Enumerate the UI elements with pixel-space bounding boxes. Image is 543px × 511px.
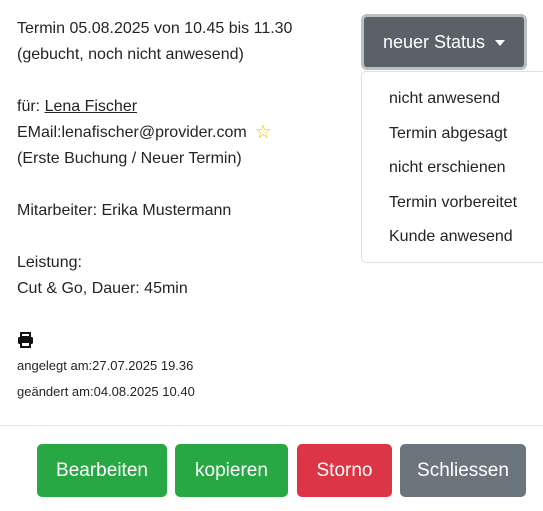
printer-icon[interactable]: [17, 332, 34, 353]
edit-button[interactable]: Bearbeiten: [37, 444, 167, 497]
status-option-kunde-anwesend[interactable]: Kunde anwesend: [362, 220, 543, 255]
customer-row: für: Lena Fischer: [17, 94, 347, 120]
storno-button[interactable]: Storno: [297, 444, 392, 497]
status-dropdown-menu: nicht anwesend Termin abgesagt nicht ers…: [361, 71, 543, 263]
for-label: für:: [17, 98, 45, 115]
customer-name-link[interactable]: Lena Fischer: [45, 98, 138, 115]
appointment-time: Termin 05.08.2025 von 10.45 bis 11.30: [17, 20, 293, 37]
close-button[interactable]: Schliessen: [400, 444, 526, 497]
status-option-nicht-erschienen[interactable]: nicht erschienen: [362, 151, 543, 186]
status-option-nicht-anwesend[interactable]: nicht anwesend: [362, 82, 543, 117]
customer-email: EMail:lenafischer@provider.com: [17, 124, 247, 141]
copy-button[interactable]: kopieren: [175, 444, 288, 497]
changed-timestamp: geändert am:04.08.2025 10.40: [17, 384, 195, 399]
appointment-details: Termin 05.08.2025 von 10.45 bis 11.30 (g…: [17, 16, 347, 405]
new-status-label: neuer Status: [382, 31, 486, 52]
status-option-termin-abgesagt[interactable]: Termin abgesagt: [362, 117, 543, 152]
star-icon[interactable]: ☆: [255, 122, 272, 143]
service-detail: Cut & Go, Dauer: 45min: [17, 280, 188, 297]
status-option-termin-vorbereitet[interactable]: Termin vorbereitet: [362, 186, 543, 221]
appointment-state: (gebucht, noch nicht anwesend): [17, 46, 244, 63]
caret-down-icon: [495, 40, 506, 46]
footer-divider: [0, 425, 543, 426]
employee: Mitarbeiter: Erika Mustermann: [17, 202, 232, 219]
email-row: EMail:lenafischer@provider.com ☆: [17, 120, 347, 146]
new-status-button[interactable]: neuer Status: [361, 14, 527, 70]
service-label: Leistung:: [17, 254, 82, 271]
created-timestamp: angelegt am:27.07.2025 19.36: [17, 358, 194, 373]
booking-note: (Erste Buchung / Neuer Termin): [17, 150, 242, 167]
